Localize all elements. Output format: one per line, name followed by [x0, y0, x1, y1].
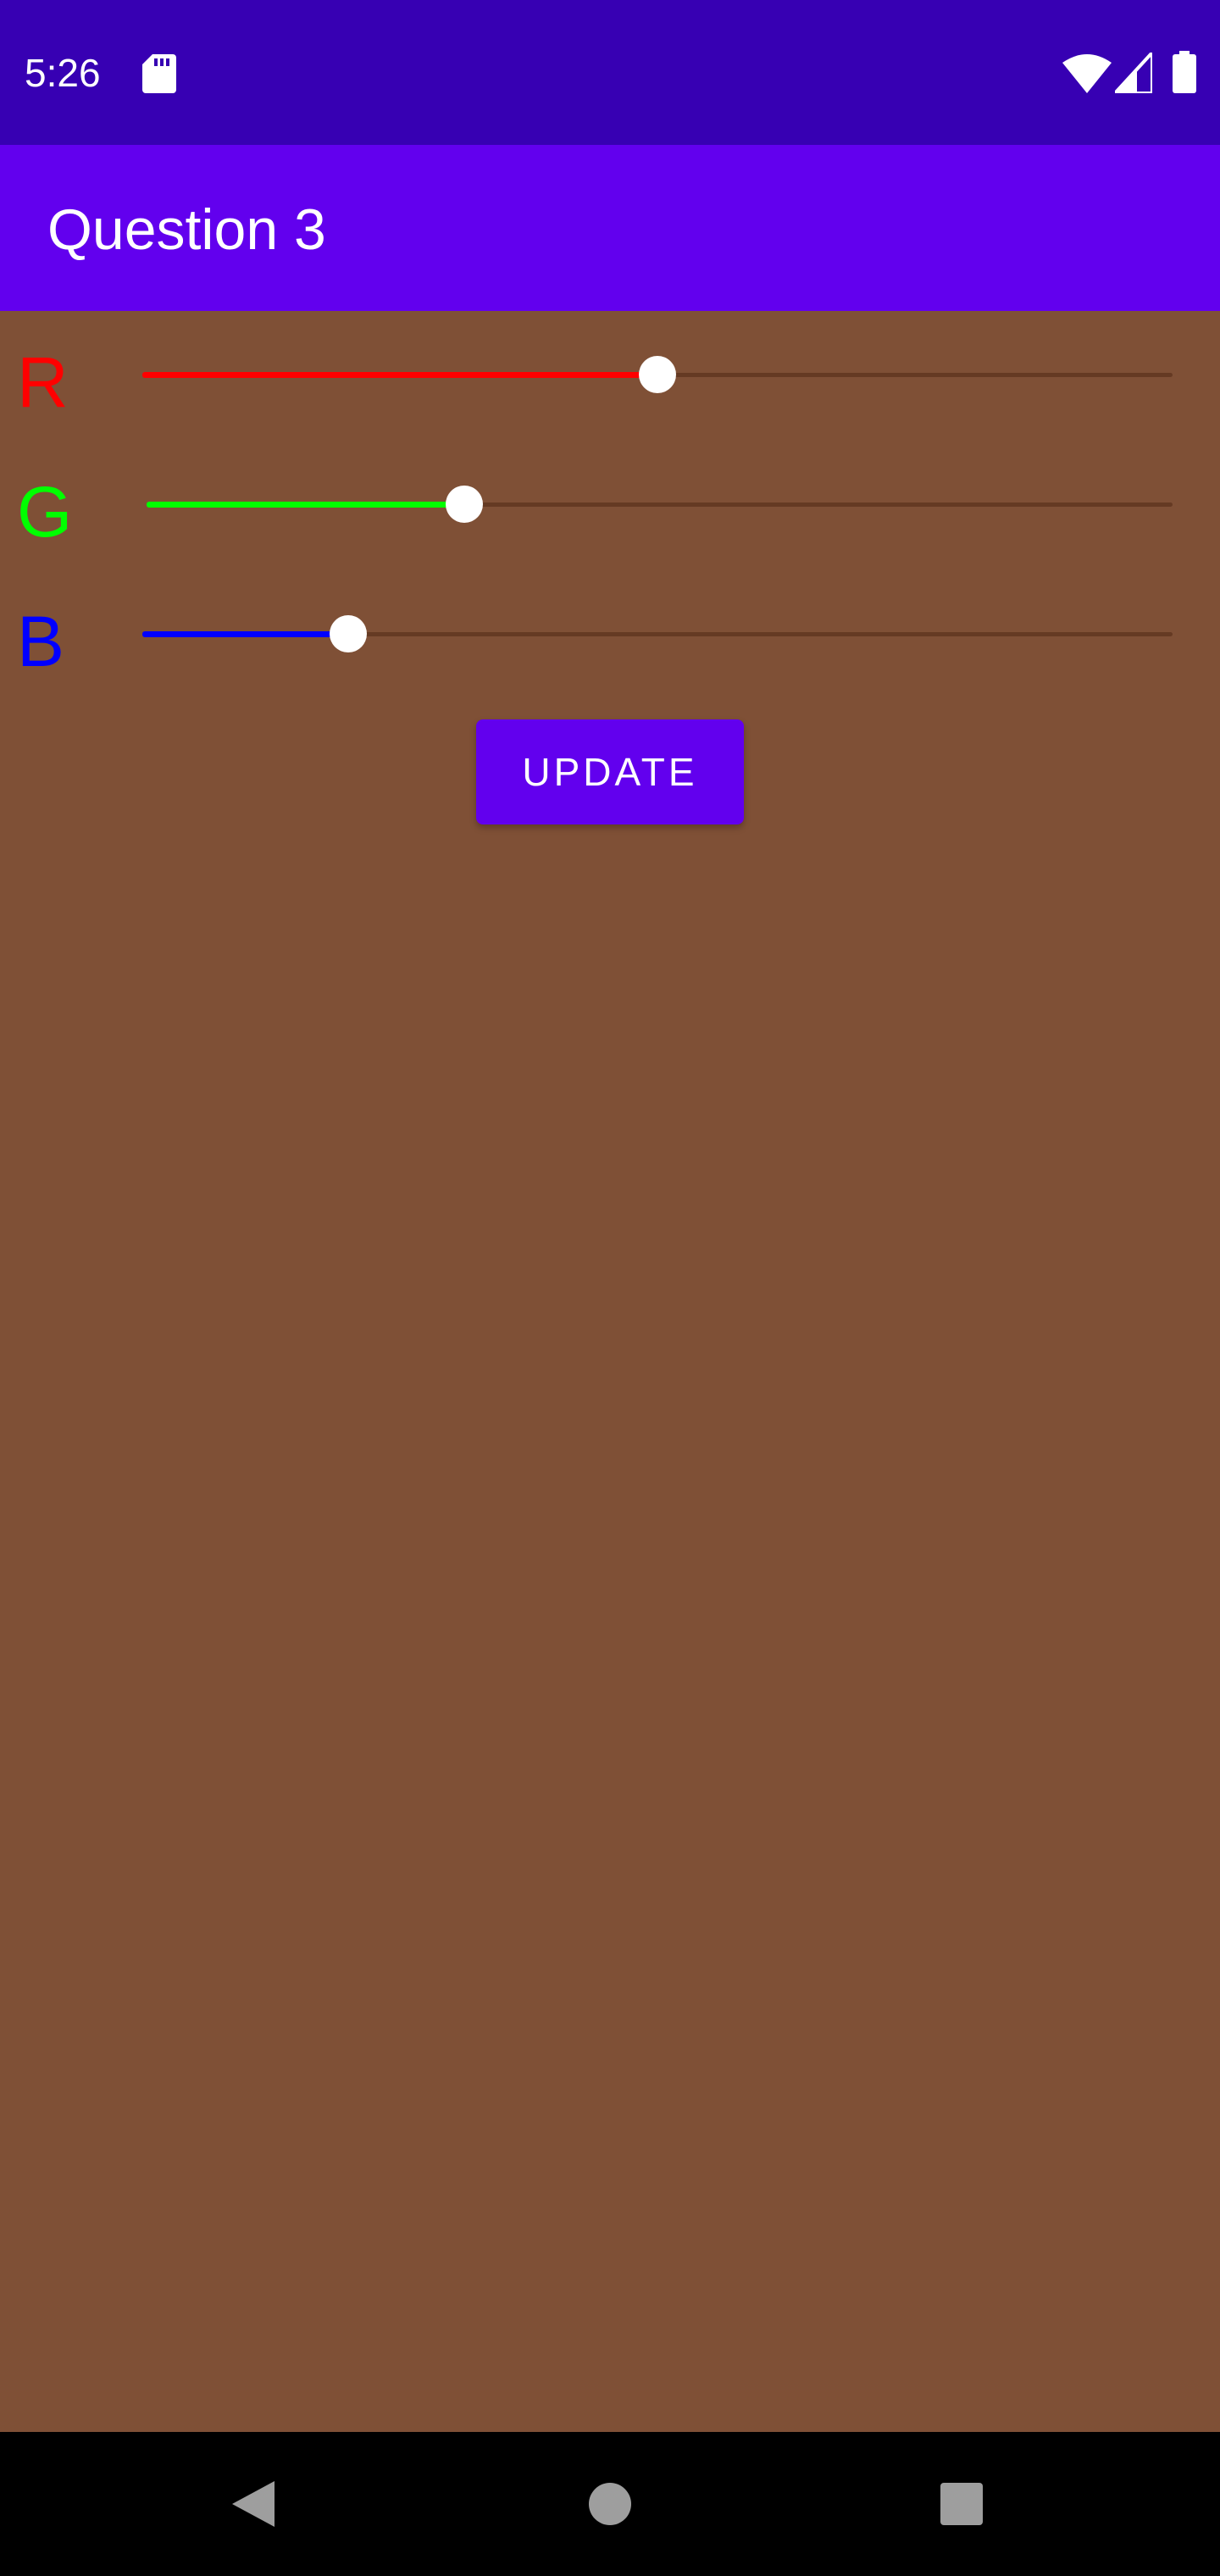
back-icon[interactable] — [217, 2466, 293, 2542]
app-bar: Question 3 — [0, 145, 1220, 311]
blue-label: B — [17, 602, 65, 681]
green-slider-thumb[interactable] — [446, 486, 484, 523]
green-label: G — [17, 472, 73, 552]
red-slider-thumb[interactable] — [639, 356, 676, 393]
green-slider[interactable] — [147, 486, 1173, 523]
wifi-icon — [1062, 54, 1112, 93]
blue-slider-thumb[interactable] — [330, 615, 368, 652]
battery-icon — [1173, 51, 1196, 93]
status-time: 5:26 — [25, 51, 101, 95]
sd-card-icon — [142, 54, 176, 93]
green-slider-fill — [147, 502, 465, 508]
recents-icon[interactable] — [923, 2466, 1000, 2542]
status-bar: 5:26 — [0, 0, 1220, 145]
home-icon[interactable] — [572, 2466, 648, 2542]
red-slider-fill — [142, 372, 657, 378]
red-slider[interactable] — [142, 356, 1173, 393]
signal-icon — [1115, 53, 1152, 93]
blue-slider[interactable] — [142, 615, 1173, 652]
update-button[interactable]: UPDATE — [476, 719, 744, 824]
navigation-bar — [0, 2432, 1220, 2576]
blue-slider-fill — [142, 631, 349, 637]
color-content: R G B UPDATE — [0, 311, 1220, 2432]
page-title: Question 3 — [47, 197, 326, 262]
red-label: R — [17, 342, 69, 422]
